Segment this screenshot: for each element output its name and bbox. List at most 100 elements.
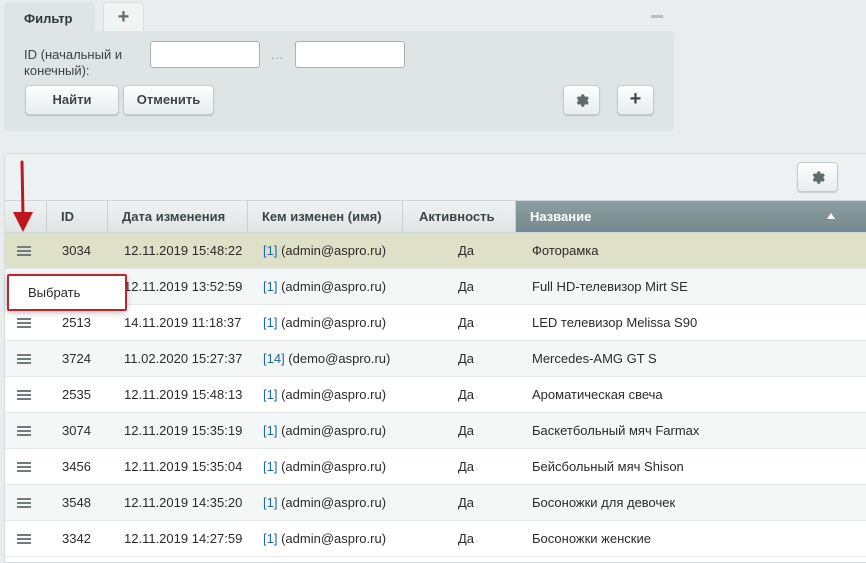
menu-icon [17, 462, 31, 472]
table-row[interactable]: 3342 12.11.2019 14:27:59 [1] (admin@aspr… [5, 521, 866, 557]
cell-author: [1] (admin@aspro.ru) [263, 305, 386, 341]
author-name: (demo@aspro.ru) [284, 351, 391, 366]
cell-author: [1] (admin@aspro.ru) [263, 269, 386, 305]
author-link[interactable]: [1] [263, 459, 277, 474]
add-filter-tab-button[interactable]: + [103, 2, 144, 32]
cell-author: [1] (admin@aspro.ru) [263, 413, 386, 449]
add-filter-field-button[interactable]: + [617, 85, 654, 115]
cell-name: LED телевизор Melissa S90 [532, 315, 698, 330]
author-name: (admin@aspro.ru) [277, 315, 387, 330]
filter-panel: ID (начальный и конечный): ... Найти Отм… [4, 31, 674, 131]
author-link[interactable]: [1] [263, 423, 277, 438]
column-name[interactable]: Название [516, 201, 866, 232]
cell-name: Фоторамка [532, 243, 599, 258]
author-link[interactable]: [1] [263, 531, 277, 546]
menu-icon [17, 498, 31, 508]
cancel-button[interactable]: Отменить [123, 85, 214, 115]
grid-settings-button[interactable] [797, 162, 838, 192]
gear-icon [812, 171, 825, 184]
cell-active: Да [458, 351, 475, 366]
cell-active: Да [458, 459, 475, 474]
cell-id: 3724 [62, 351, 91, 366]
author-link[interactable]: [1] [263, 243, 277, 258]
sort-asc-icon[interactable] [827, 213, 835, 219]
id-to-input[interactable] [295, 41, 405, 68]
find-button[interactable]: Найти [25, 85, 119, 115]
cell-id: 3034 [62, 243, 91, 258]
author-name: (admin@aspro.ru) [277, 531, 387, 546]
menu-icon [17, 426, 31, 436]
table-row[interactable]: 3548 12.11.2019 14:35:20 [1] (admin@aspr… [5, 485, 866, 521]
cell-date: 14.11.2019 11:18:37 [124, 315, 242, 330]
author-name: (admin@aspro.ru) [277, 423, 387, 438]
menu-icon [17, 246, 31, 256]
author-name: (admin@aspro.ru) [277, 279, 387, 294]
cell-active: Да [458, 243, 475, 258]
cell-date: 11.02.2020 15:27:37 [124, 351, 243, 366]
range-separator: ... [271, 48, 285, 62]
cell-id: 3342 [62, 531, 91, 546]
cell-date: 12.11.2019 15:48:22 [124, 243, 243, 258]
cell-active: Да [458, 387, 475, 402]
cell-name: Full HD-телевизор Mirt SE [532, 279, 688, 294]
table-row[interactable]: 12.11.2019 13:52:59 [1] (admin@aspro.ru)… [5, 269, 866, 305]
cell-id: 3548 [62, 495, 91, 510]
cell-author: [1] (admin@aspro.ru) [263, 449, 386, 485]
column-author[interactable]: Кем изменен (имя) [248, 201, 403, 232]
gear-icon [576, 94, 589, 107]
author-link[interactable]: [1] [263, 315, 277, 330]
cell-author: [14] (demo@aspro.ru) [263, 341, 390, 377]
cell-active: Да [458, 495, 475, 510]
author-link[interactable]: [1] [263, 279, 277, 294]
tab-filter[interactable]: Фильтр [4, 2, 95, 32]
table-row[interactable]: 3724 11.02.2020 15:27:37 [14] (demo@aspr… [5, 341, 866, 377]
author-name: (admin@aspro.ru) [277, 387, 387, 402]
id-from-input[interactable] [150, 41, 260, 68]
cell-author: [1] (admin@aspro.ru) [263, 521, 386, 557]
table-row[interactable]: 3456 12.11.2019 15:35:04 [1] (admin@aspr… [5, 449, 866, 485]
cell-active: Да [458, 531, 475, 546]
cell-author: [1] (admin@aspro.ru) [263, 377, 386, 413]
table-row[interactable]: 2513 14.11.2019 11:18:37 [1] (admin@aspr… [5, 305, 866, 341]
cell-date: 12.11.2019 14:35:20 [124, 495, 243, 510]
grid-panel: ID Дата изменения Кем изменен (имя) Акти… [4, 153, 866, 563]
menu-icon [17, 534, 31, 544]
id-range-label: ID (начальный и конечный): [24, 47, 123, 78]
author-name: (admin@aspro.ru) [277, 243, 387, 258]
cell-name: Ароматическая свеча [532, 387, 663, 402]
column-id[interactable]: ID [47, 201, 108, 232]
author-link[interactable]: [1] [263, 495, 277, 510]
column-name-label: Название [530, 209, 592, 224]
table-row[interactable]: 2535 12.11.2019 15:48:13 [1] (admin@aspr… [5, 377, 866, 413]
table-body: 3034 12.11.2019 15:48:22 [1] (admin@aspr… [5, 233, 866, 557]
cell-date: 12.11.2019 14:27:59 [124, 531, 243, 546]
cell-active: Да [458, 279, 475, 294]
cell-date: 12.11.2019 15:48:13 [124, 387, 243, 402]
cell-author: [1] (admin@aspro.ru) [263, 233, 386, 269]
column-active[interactable]: Активность [403, 201, 516, 232]
cell-active: Да [458, 423, 475, 438]
table-row[interactable]: 3034 12.11.2019 15:48:22 [1] (admin@aspr… [5, 233, 866, 269]
cell-active: Да [458, 315, 475, 330]
cell-id: 2535 [62, 387, 91, 402]
row-context-menu: Выбрать [7, 274, 127, 311]
menu-icon [17, 390, 31, 400]
cell-name: Босоножки для девочек [532, 495, 676, 510]
cell-name: Босоножки женские [532, 531, 651, 546]
select-menu-item[interactable]: Выбрать [28, 285, 80, 300]
author-link[interactable]: [14] [263, 351, 285, 366]
cell-author: [1] (admin@aspro.ru) [263, 485, 386, 521]
table-header: ID Дата изменения Кем изменен (имя) Акти… [5, 200, 866, 233]
filter-settings-button[interactable] [563, 85, 600, 115]
author-link[interactable]: [1] [263, 387, 277, 402]
cell-name: Бейсбольный мяч Shison [532, 459, 684, 474]
minus-icon[interactable] [651, 15, 663, 18]
author-name: (admin@aspro.ru) [277, 459, 387, 474]
cell-id: 3456 [62, 459, 91, 474]
cell-date: 12.11.2019 15:35:19 [124, 423, 243, 438]
column-date[interactable]: Дата изменения [108, 201, 248, 232]
cell-name: Mercedes-AMG GT S [532, 351, 657, 366]
table-row[interactable]: 3074 12.11.2019 15:35:19 [1] (admin@aspr… [5, 413, 866, 449]
menu-icon [17, 318, 31, 328]
grid-toolbar [5, 154, 866, 200]
